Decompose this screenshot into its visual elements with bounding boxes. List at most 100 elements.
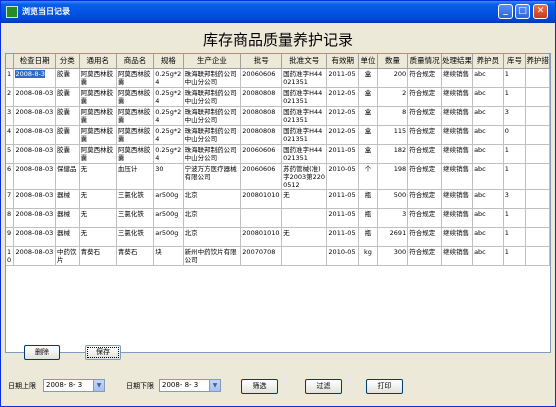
table-cell[interactable]: 无 (281, 227, 328, 247)
table-cell[interactable]: 胶囊 (55, 87, 80, 107)
table-cell[interactable]: 符合规定 (407, 87, 443, 107)
table-cell[interactable]: 珠海联邦制药公司中山分公司 (183, 125, 242, 145)
table-cell[interactable]: 盒 (358, 144, 378, 164)
table-cell[interactable]: 2008-08-03 (13, 87, 56, 107)
table-cell[interactable]: 继续销售 (441, 208, 474, 228)
table-cell[interactable] (525, 246, 550, 266)
table-cell[interactable]: 2010-05 (326, 163, 360, 190)
title-bar[interactable]: 浏览当日记录 _ □ ✕ (1, 1, 555, 23)
table-cell[interactable]: 无 (79, 163, 117, 190)
column-header[interactable]: 质量情况 (407, 54, 443, 69)
table-row[interactable]: 10 2008-08-03 中药饮片 青葵石 青葵石块新州中药饮片有限公司 2007070… (6, 246, 550, 266)
table-cell[interactable]: 青葵石 (79, 246, 117, 266)
table-cell[interactable]: 继续销售 (441, 144, 474, 164)
table-cell[interactable]: 1 (503, 68, 527, 88)
table-cell[interactable]: 继续销售 (441, 87, 474, 107)
apply-filter-button[interactable]: 过滤 (305, 379, 342, 394)
table-cell[interactable]: 继续销售 (441, 189, 474, 209)
table-cell[interactable]: 182 (377, 144, 409, 164)
table-cell[interactable]: 器械 (55, 227, 80, 247)
table-cell[interactable]: 2012-05 (326, 87, 360, 107)
column-header[interactable]: 批号 (240, 54, 283, 69)
table-row[interactable]: 8 2008-08-03 器械无三氯化铁 ar500g 北京 2011-05 瓶 3 符合规定继… (6, 208, 550, 228)
table-cell[interactable]: 符合规定 (407, 246, 443, 266)
table-cell[interactable]: 2008-08-03 (13, 125, 56, 145)
table-cell[interactable]: 1 (503, 144, 527, 164)
table-cell[interactable]: 盒 (358, 125, 378, 145)
table-cell[interactable]: 阿莫西林胶囊 (79, 125, 117, 145)
table-cell[interactable]: 器械 (55, 189, 80, 209)
table-cell[interactable]: 继续销售 (441, 227, 474, 247)
table-cell[interactable]: 2 (377, 87, 409, 107)
table-cell[interactable]: 继续销售 (441, 106, 474, 126)
table-cell[interactable]: 个 (358, 163, 378, 190)
table-cell[interactable]: 继续销售 (441, 163, 474, 190)
table-cell[interactable]: abc (472, 208, 504, 228)
table-cell[interactable]: 符合规定 (407, 227, 443, 247)
table-cell[interactable]: 200801010 (240, 227, 283, 247)
table-cell[interactable]: 阿莫西林胶囊 (116, 106, 155, 126)
table-cell[interactable]: abc (472, 125, 504, 145)
table-cell[interactable]: 珠海联邦制药公司中山分公司 (183, 106, 242, 126)
table-cell[interactable]: 0.25g*24 (153, 125, 184, 145)
table-cell[interactable]: 1 (503, 208, 527, 228)
table-cell[interactable] (525, 163, 550, 190)
table-cell[interactable]: 1 (503, 163, 527, 190)
table-cell[interactable]: abc (472, 68, 504, 88)
column-header[interactable]: 分类 (55, 54, 80, 69)
table-cell[interactable]: 20060606 (240, 68, 283, 88)
column-header[interactable]: 养护措 (525, 54, 550, 69)
table-cell[interactable]: 珠海联邦制药公司中山分公司 (183, 68, 242, 88)
table-cell[interactable]: 0.25g*24 (153, 68, 184, 88)
table-cell[interactable]: 国药准字H44021351 (281, 106, 328, 126)
table-cell[interactable]: 苏药管械(准)字2003第2200512 (281, 163, 328, 190)
table-cell[interactable]: 国药准字H44021351 (281, 87, 328, 107)
table-cell[interactable]: 符合规定 (407, 144, 443, 164)
table-cell[interactable]: 20080808 (240, 106, 283, 126)
table-cell[interactable]: 2011-05 (326, 189, 360, 209)
table-cell[interactable] (525, 208, 550, 228)
minimize-button[interactable]: _ (498, 4, 513, 19)
table-cell[interactable]: 无 (281, 189, 328, 209)
table-cell[interactable]: 青葵石 (116, 246, 155, 266)
table-cell[interactable]: 北京 (183, 189, 242, 209)
table-cell[interactable]: 符合规定 (407, 208, 443, 228)
table-cell[interactable]: 三氯化铁 (116, 189, 155, 209)
table-cell[interactable]: 2008-08-03 (13, 144, 56, 164)
table-cell[interactable]: 胶囊 (55, 125, 80, 145)
close-button[interactable]: ✕ (533, 4, 548, 19)
table-cell[interactable]: 无 (79, 189, 117, 209)
table-cell[interactable]: 阿莫西林胶囊 (79, 68, 117, 88)
table-cell[interactable]: ar500g (153, 227, 184, 247)
date-lower-picker[interactable]: 2008- 8- 3 ▼ (159, 379, 221, 392)
table-cell[interactable]: 阿莫西林胶囊 (116, 87, 155, 107)
table-cell[interactable]: 符合规定 (407, 189, 443, 209)
table-cell[interactable] (525, 106, 550, 126)
table-cell[interactable] (281, 208, 328, 228)
table-cell[interactable]: 阿莫西林胶囊 (116, 144, 155, 164)
table-cell[interactable]: 0.25g*24 (153, 87, 184, 107)
table-cell[interactable]: 2691 (377, 227, 409, 247)
table-cell[interactable]: 2008-08-03 (13, 189, 56, 209)
table-cell[interactable]: abc (472, 246, 504, 266)
column-header[interactable]: 处理结果 (441, 54, 474, 69)
table-cell[interactable]: 500 (377, 189, 409, 209)
table-cell[interactable]: 20070708 (240, 246, 283, 266)
table-cell[interactable]: 珠海联邦制药公司中山分公司 (183, 87, 242, 107)
table-cell[interactable] (525, 227, 550, 247)
column-header[interactable]: 规格 (153, 54, 184, 69)
table-cell[interactable]: 20080808 (240, 87, 283, 107)
table-cell[interactable]: 20080808 (240, 125, 283, 145)
table-cell[interactable]: 无 (79, 227, 117, 247)
table-cell[interactable]: 中药饮片 (55, 246, 80, 266)
date-upper-picker[interactable]: 2008- 8- 3 ▼ (43, 379, 105, 392)
table-cell[interactable]: 阿莫西林胶囊 (79, 144, 117, 164)
table-cell[interactable]: 符合规定 (407, 125, 443, 145)
table-cell[interactable]: 2012-05 (326, 106, 360, 126)
table-cell[interactable]: 1 (503, 227, 527, 247)
table-cell[interactable]: 珠海联邦制药公司中山分公司 (183, 144, 242, 164)
save-button[interactable]: 保存 (85, 345, 121, 360)
table-cell[interactable]: 2008-08-03 (13, 227, 56, 247)
table-cell[interactable]: 盒 (358, 87, 378, 107)
table-cell[interactable]: 国药准字H44021351 (281, 144, 328, 164)
